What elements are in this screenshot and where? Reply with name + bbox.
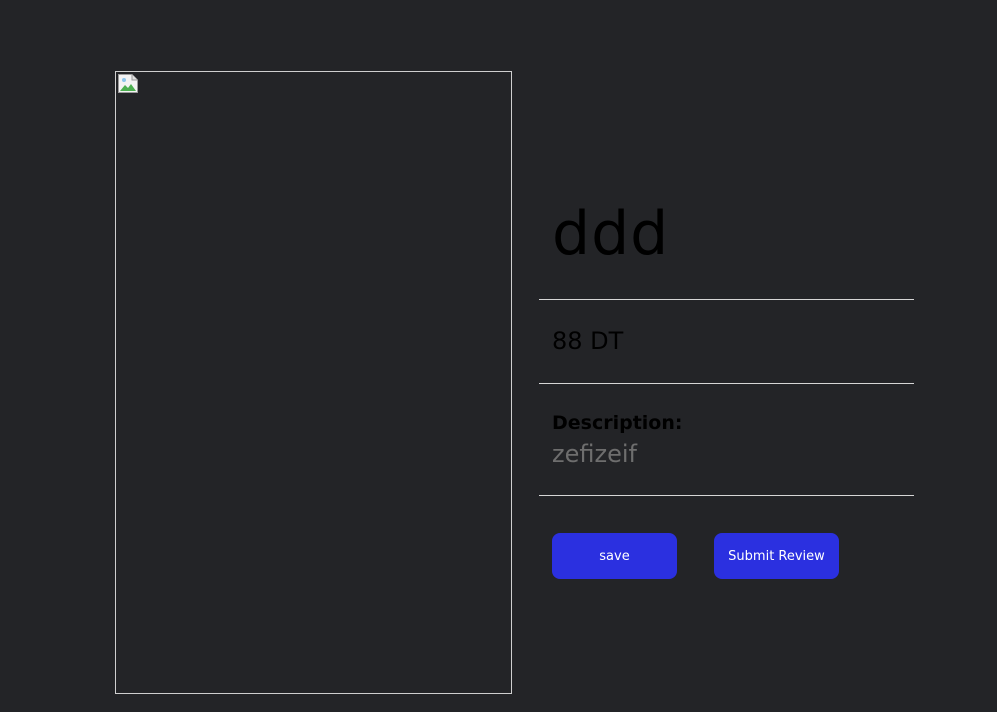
product-title: ddd [552, 199, 670, 269]
submit-review-button[interactable]: Submit Review [714, 533, 839, 579]
divider [539, 383, 914, 384]
product-page: ddd 88 DT Description: zefizeif save Sub… [0, 0, 997, 712]
broken-image-icon [118, 74, 138, 93]
product-image [115, 71, 512, 694]
divider [539, 495, 914, 496]
description-text: zefizeif [552, 440, 637, 468]
divider [539, 299, 914, 300]
description-label: Description: [552, 412, 683, 434]
product-details: ddd 88 DT Description: zefizeif save Sub… [539, 0, 914, 712]
product-price: 88 DT [552, 327, 624, 355]
save-button[interactable]: save [552, 533, 677, 579]
